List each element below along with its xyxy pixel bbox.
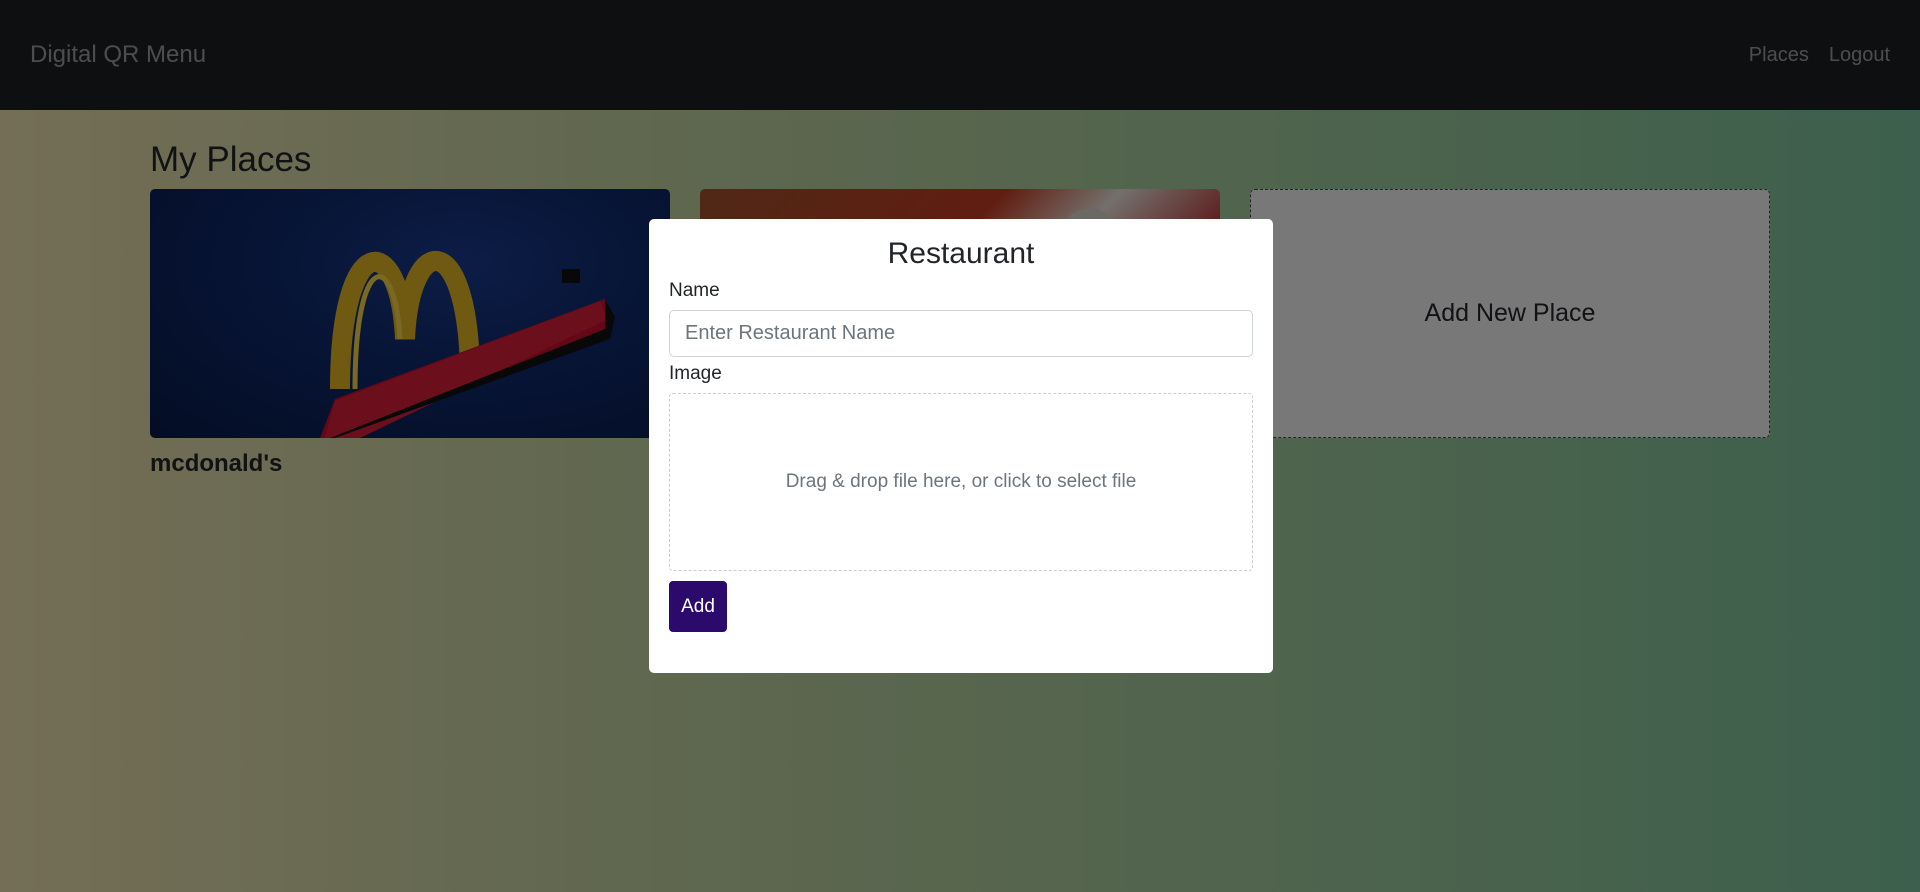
dropzone-text: Drag & drop file here, or click to selec… bbox=[785, 471, 1137, 492]
name-label: Name bbox=[669, 280, 720, 301]
image-label: Image bbox=[669, 363, 722, 384]
modal-title: Restaurant bbox=[887, 237, 1035, 270]
image-dropzone[interactable]: Drag & drop file here, or click to selec… bbox=[669, 393, 1253, 571]
add-button[interactable]: Add bbox=[669, 581, 727, 632]
restaurant-modal: Restaurant Name Image Drag & drop file h… bbox=[649, 219, 1273, 673]
restaurant-name-input[interactable] bbox=[669, 310, 1253, 357]
